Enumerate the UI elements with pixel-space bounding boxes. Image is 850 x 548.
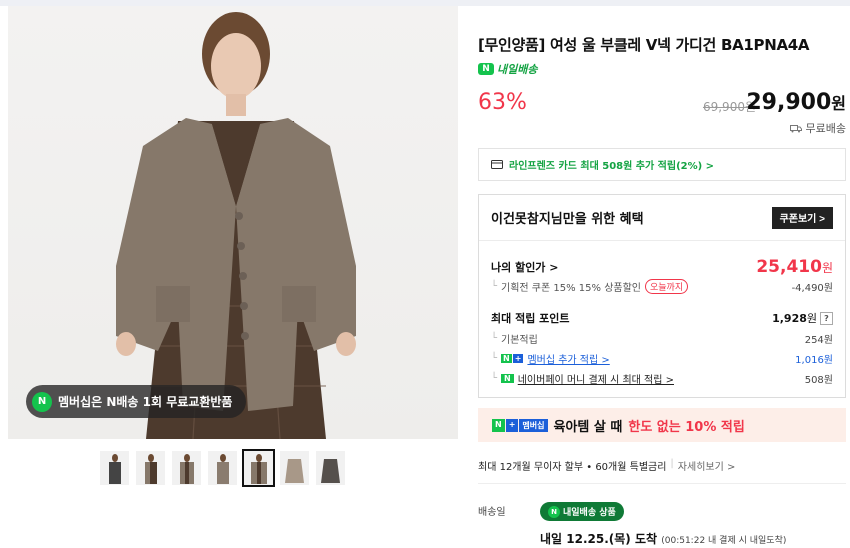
separator: | bbox=[670, 458, 674, 469]
npay-points-value: 508원 bbox=[804, 375, 833, 386]
benefit-heading: 이건못참지님만을 위한 혜택 bbox=[491, 212, 644, 227]
sale-price-unit: 원 bbox=[831, 94, 846, 113]
coupon-line: └ 기획전 쿠폰 15% 15% 상품할인 오늘까지 bbox=[491, 279, 689, 294]
points-value-wrap: 1,928 원 ? bbox=[772, 310, 833, 326]
thumbnail-4[interactable] bbox=[208, 451, 237, 485]
truck-icon bbox=[789, 124, 802, 132]
installment-detail-link[interactable]: 자세히보기 > bbox=[678, 458, 736, 473]
coupon-row: └ 기획전 쿠폰 15% 15% 상품할인 오늘까지 -4,490원 bbox=[491, 279, 833, 294]
membership-badge: N 멤버십은 N배송 1회 무료교환반품 bbox=[26, 385, 247, 418]
points-unit: 원 bbox=[806, 312, 817, 325]
membership-promo-banner[interactable]: N + 멤버십 육아템 살 때 한도 없는 10% 적립 bbox=[478, 408, 846, 442]
coupon-text: 기획전 쿠폰 15% 15% 상품할인 bbox=[501, 283, 641, 294]
arrival-date: 내일 12.25.(목) 도착 bbox=[540, 532, 658, 546]
membership-tag: 멤버십 bbox=[519, 418, 548, 432]
product-title: [무인양품] 여성 울 부클레 V넥 가디건 BA1PNA4A bbox=[478, 36, 810, 54]
my-price-row: 나의 할인가 > 25,410원 bbox=[491, 257, 833, 277]
arrival-info: 내일 12.25.(목) 도착 (00:51:22 내 결제 시 내일도착) bbox=[540, 530, 786, 547]
benefit-box: 이건못참지님만을 위한 혜택 쿠폰보기 > 나의 할인가 > 25,410원 └… bbox=[478, 194, 846, 398]
installment-info: 최대 12개월 무이자 할부 • 60개월 특별금리 | 자세히보기 > bbox=[478, 458, 735, 473]
tree-corner-icon: └ bbox=[491, 353, 498, 364]
plus-icon: + bbox=[505, 418, 519, 432]
my-price-label[interactable]: 나의 할인가 > bbox=[491, 259, 558, 275]
view-coupon-button[interactable]: 쿠폰보기 > bbox=[771, 206, 833, 229]
basic-points-label: 기본적립 bbox=[501, 335, 538, 346]
naver-n-icon: N bbox=[32, 391, 52, 412]
thumbnail-5-selected[interactable] bbox=[242, 449, 275, 487]
main-product-image[interactable]: N 멤버십은 N배송 1회 무료교환반품 bbox=[8, 6, 458, 439]
membership-points-link[interactable]: 멤버십 추가 적립 > bbox=[527, 351, 609, 366]
promo-highlight: 한도 없는 10% 적립 bbox=[628, 419, 745, 435]
npay-points: └ N 네이버페이 머니 결제 시 최대 적립 > bbox=[491, 371, 674, 386]
shipping-fee-text: 무료배송 bbox=[805, 122, 846, 135]
installment-text: 최대 12개월 무이자 할부 • 60개월 특별금리 bbox=[478, 462, 667, 473]
thumbnail-1[interactable] bbox=[100, 451, 129, 485]
shipping-fee: 무료배송 bbox=[789, 120, 846, 136]
my-price-number: 25,410 bbox=[756, 257, 822, 277]
tree-corner-icon: └ bbox=[491, 281, 498, 292]
points-row: 최대 적립 포인트 1,928 원 ? bbox=[491, 310, 833, 326]
shipping-date-label: 배송일 bbox=[478, 507, 506, 518]
basic-points-row: └ 기본적립 254원 bbox=[491, 331, 833, 346]
npay-points-row: └ N 네이버페이 머니 결제 시 최대 적립 > 508원 bbox=[491, 371, 833, 386]
points-label: 최대 적립 포인트 bbox=[491, 312, 570, 325]
thumbnail-3[interactable] bbox=[172, 451, 201, 485]
card-benefit-text: 라인프렌즈 카드 최대 508원 추가 적립(2%) > bbox=[509, 161, 715, 172]
naver-n-icon: N bbox=[478, 63, 494, 75]
arrival-note: (00:51:22 내 결제 시 내일도착) bbox=[661, 536, 787, 546]
membership-tags: N + 멤버십 bbox=[492, 418, 548, 432]
model-photo bbox=[116, 12, 356, 439]
my-price-unit: 원 bbox=[821, 261, 833, 275]
thumbnail-6[interactable] bbox=[280, 451, 309, 485]
product-page: N 멤버십은 N배송 1회 무료교환반품 [무인양품] 여성 울 부클레 V넥 … bbox=[0, 0, 850, 548]
naver-plus-membership-icon: N + bbox=[501, 354, 524, 363]
naver-n-icon: N bbox=[492, 418, 505, 432]
pill-text: 내일배송 상품 bbox=[563, 508, 616, 518]
tomorrow-delivery-pill: N 내일배송 상품 bbox=[540, 502, 624, 521]
help-icon[interactable]: ? bbox=[820, 311, 833, 325]
tree-corner-icon: └ bbox=[491, 333, 498, 344]
npay-points-link[interactable]: 네이버페이 머니 결제 시 최대 적립 > bbox=[518, 371, 674, 386]
points-value: 1,928 bbox=[772, 311, 807, 325]
sale-price-number: 29,900 bbox=[746, 90, 832, 115]
divider bbox=[478, 483, 846, 484]
today-only-badge: 오늘까지 bbox=[645, 279, 689, 294]
sale-price: 29,900원 bbox=[746, 90, 846, 115]
delivery-tag-text: 내일배송 bbox=[497, 63, 538, 76]
tree-corner-icon: └ bbox=[491, 373, 498, 384]
delivery-tag: N 내일배송 bbox=[478, 61, 537, 77]
membership-points-row: └ N + 멤버십 추가 적립 > 1,016원 bbox=[491, 351, 833, 366]
basic-points: └ 기본적립 bbox=[491, 331, 538, 346]
thumbnail-2[interactable] bbox=[136, 451, 165, 485]
membership-points: └ N + 멤버십 추가 적립 > bbox=[491, 351, 610, 366]
badge-text: 멤버십은 N배송 1회 무료교환반품 bbox=[58, 395, 233, 409]
coupon-value: -4,490원 bbox=[791, 283, 833, 294]
promo-text: 육아템 살 때 bbox=[553, 419, 623, 435]
benefit-header: 이건못참지님만을 위한 혜택 쿠폰보기 > bbox=[479, 195, 845, 241]
thumbnail-7[interactable] bbox=[316, 451, 345, 485]
card-benefit-banner[interactable]: 라인프렌즈 카드 최대 508원 추가 적립(2%) > bbox=[478, 148, 846, 181]
credit-card-icon bbox=[491, 160, 503, 169]
thumbnail-strip bbox=[100, 449, 345, 487]
my-price-value: 25,410원 bbox=[756, 257, 833, 277]
basic-points-value: 254원 bbox=[804, 335, 833, 346]
membership-points-value: 1,016원 bbox=[795, 355, 833, 366]
naver-pay-icon: N bbox=[501, 374, 514, 383]
naver-n-icon: N bbox=[548, 505, 560, 518]
discount-rate: 63% bbox=[478, 90, 527, 115]
